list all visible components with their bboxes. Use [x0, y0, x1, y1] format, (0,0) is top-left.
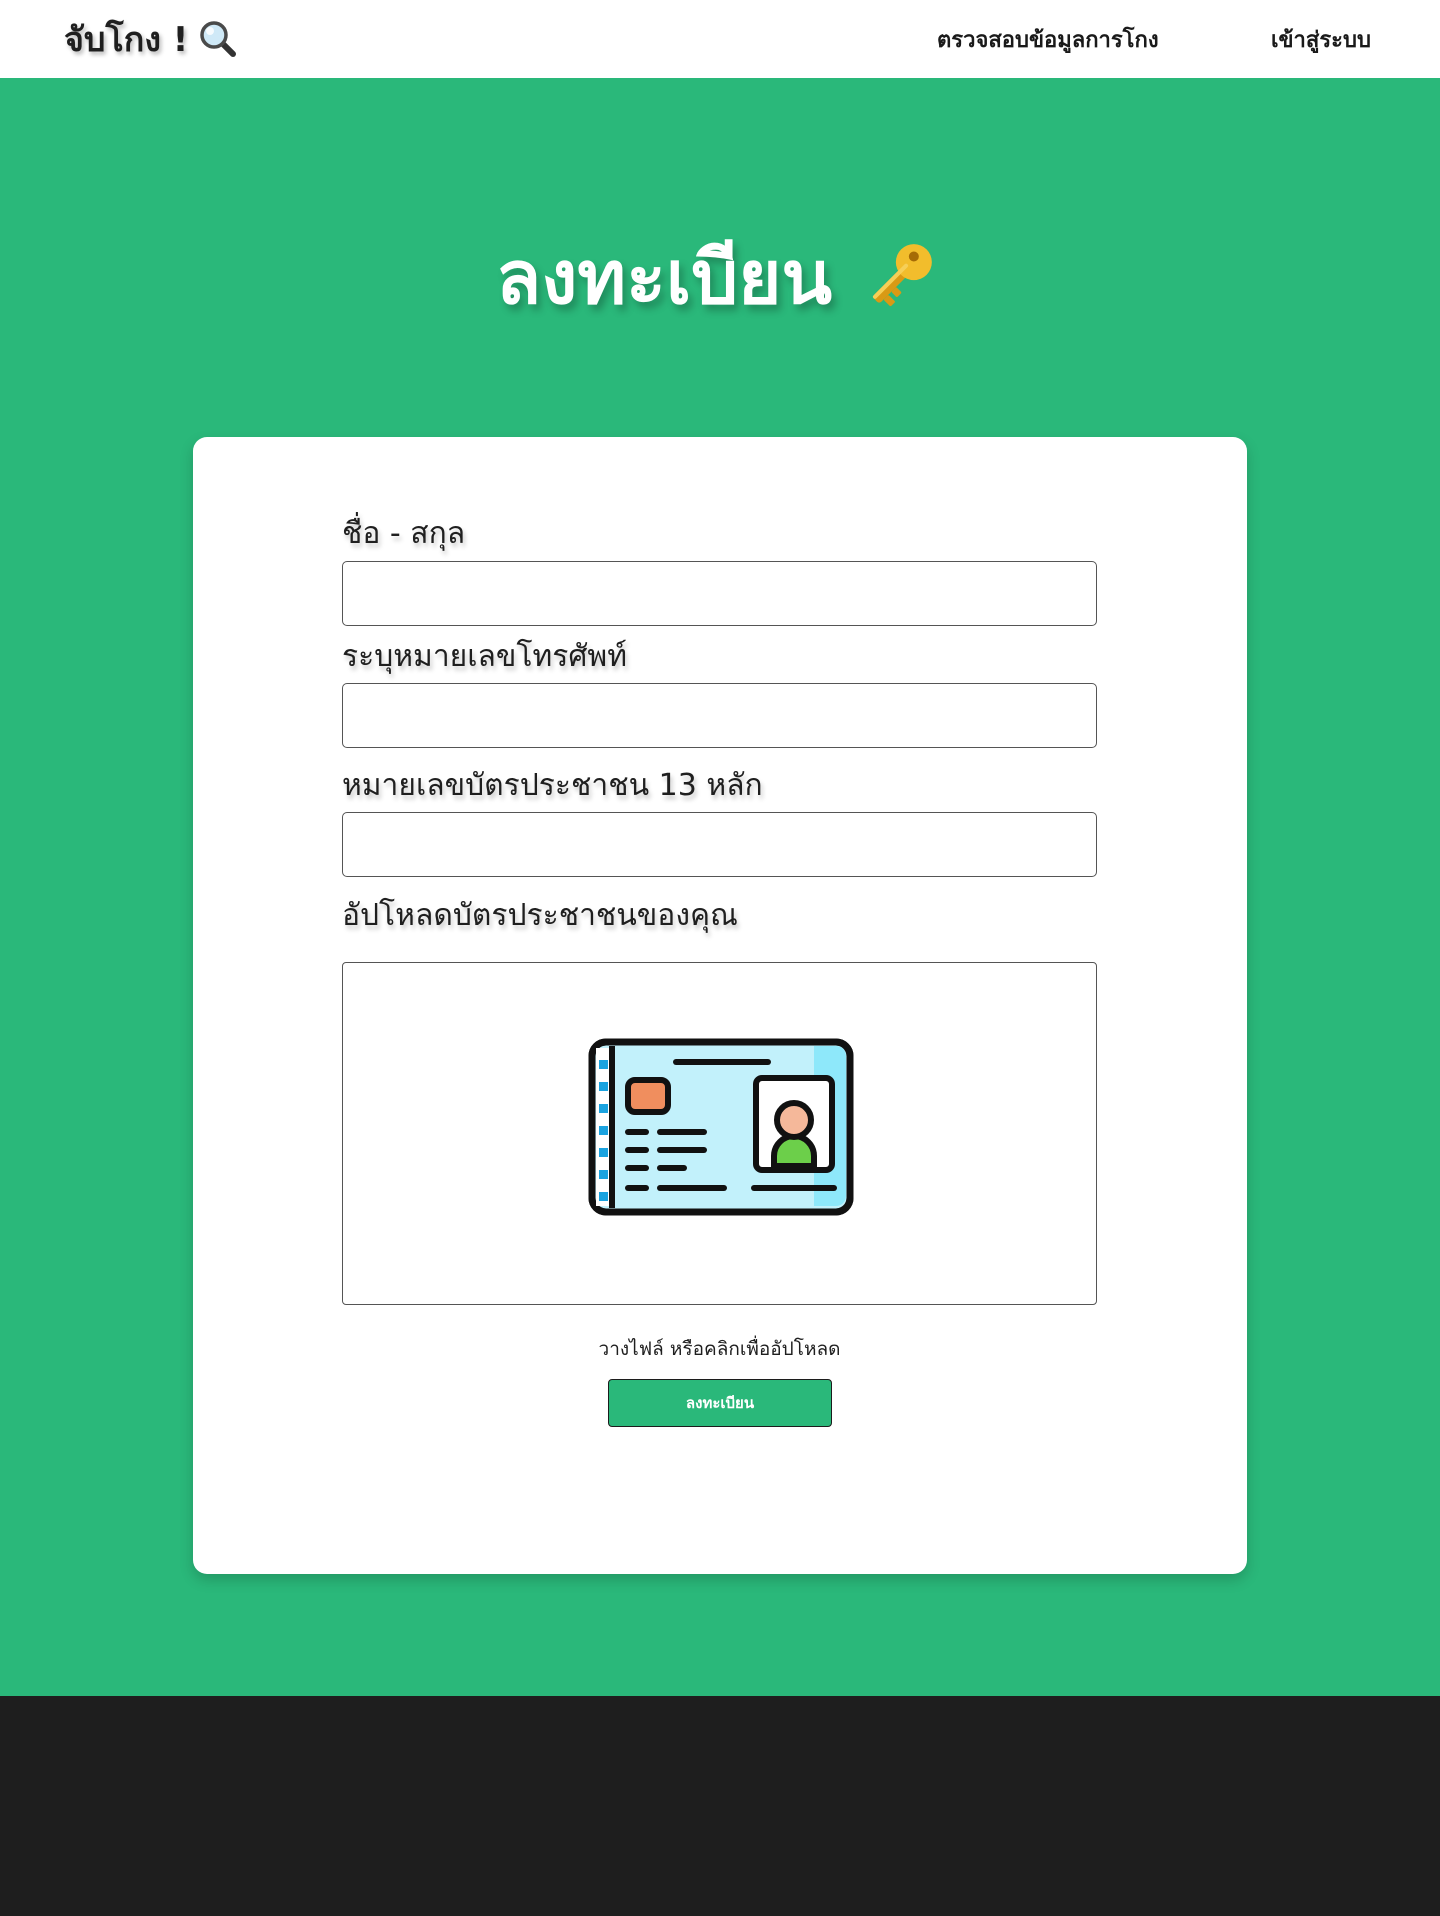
navbar: จับโกง ! ตรวจสอบข้อมูลการโกง เข้าสู่ระบบ	[0, 0, 1440, 78]
phone-input[interactable]	[342, 683, 1097, 748]
footer	[0, 1696, 1440, 1916]
full-name-label: ชื่อ - สกุล	[342, 516, 466, 551]
upload-label: อัปโหลดบัตรประชาชนของคุณ	[342, 898, 738, 933]
magnifier-icon	[198, 19, 238, 59]
full-name-input[interactable]	[342, 561, 1097, 626]
nav-link-check-fraud[interactable]: ตรวจสอบข้อมูลการโกง	[937, 22, 1159, 57]
brand-name: จับโกง !	[64, 20, 189, 60]
id-number-input[interactable]	[342, 812, 1097, 877]
id-number-label: หมายเลขบัตรประชาชน 13 หลัก	[342, 768, 763, 803]
id-card-icon	[588, 1038, 854, 1216]
registration-card: ชื่อ - สกุล ระบุหมายเลขโทรศัพท์ หมายเลขบ…	[193, 437, 1247, 1574]
page-title: ลงทะเบียน	[0, 222, 1440, 332]
nav-link-login[interactable]: เข้าสู่ระบบ	[1271, 22, 1371, 57]
brand-logo[interactable]: จับโกง !	[64, 14, 238, 64]
upload-hint: วางไฟล์ หรือคลิกเพื่ออัปโหลด	[598, 1338, 841, 1360]
key-icon	[854, 232, 944, 322]
phone-label: ระบุหมายเลขโทรศัพท์	[342, 639, 627, 674]
register-button[interactable]: ลงทะเบียน	[608, 1379, 832, 1427]
id-card-dropzone[interactable]	[342, 962, 1097, 1305]
page-title-text: ลงทะเบียน	[495, 235, 833, 321]
